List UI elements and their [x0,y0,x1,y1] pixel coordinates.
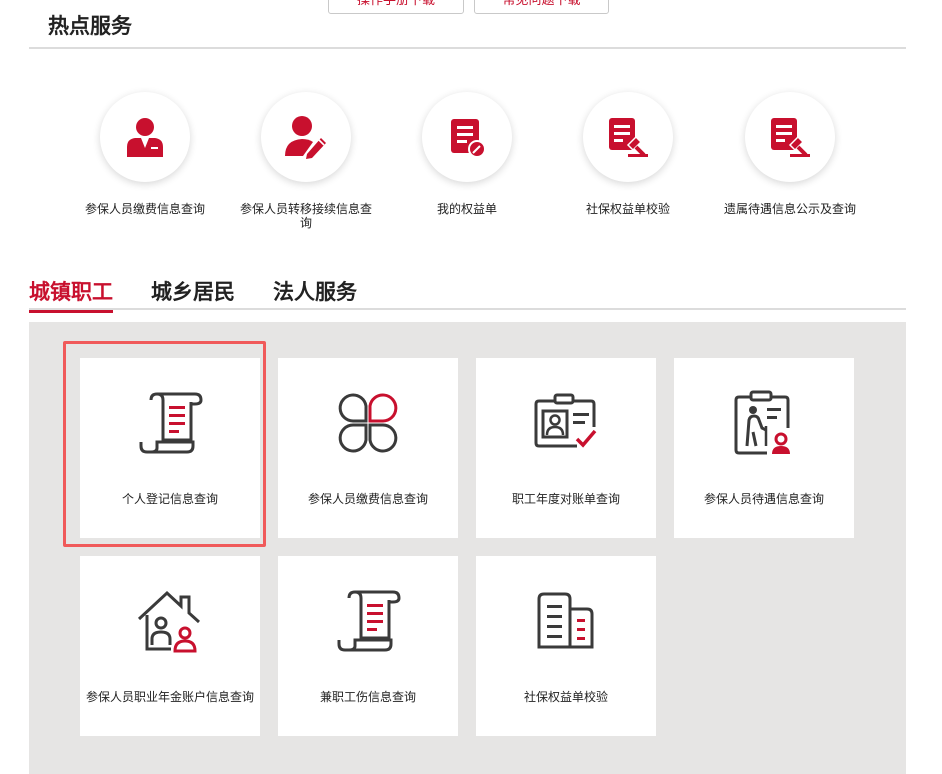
tab-urban-rural-residents[interactable]: 城乡居民 [151,276,235,310]
tabs-divider [29,308,906,310]
card-icon-wrap [531,388,601,458]
card-occupational-annuity-query[interactable]: 参保人员职业年金账户信息查询 [80,556,260,736]
id-card-check-icon [534,393,597,448]
hot-item-survivor-benefit[interactable]: 遗属待遇信息公示及查询 [710,92,870,216]
card-icon-wrap [333,388,403,458]
hot-item-payment-query[interactable]: 参保人员缴费信息查询 [65,92,225,216]
hot-item-rights-verify[interactable]: 社保权益单校验 [548,92,708,216]
hot-item-label: 我的权益单 [436,202,497,216]
faq-download-button[interactable]: 常见问题下载 [474,0,609,14]
document-stamp-icon [609,118,648,157]
elderly-clipboard-icon [734,390,790,455]
four-leaf-icon [338,393,398,453]
hot-services-list: 参保人员缴费信息查询 参保人员转移接续信息查询 我的权益单 社保权益单校验 遗属… [0,92,942,242]
scroll-document-icon [337,590,401,652]
hot-services-divider [29,47,906,49]
hot-item-label: 参保人员转移接续信息查询 [239,202,372,230]
hot-item-icon-circle [422,92,512,182]
document-stamp-icon [771,118,810,157]
card-label: 社保权益单校验 [523,690,608,704]
card-label: 职工年度对账单查询 [511,492,620,506]
card-rights-verification[interactable]: 社保权益单校验 [476,556,656,736]
hot-item-icon-circle [100,92,190,182]
card-benefit-info-query[interactable]: 参保人员待遇信息查询 [674,358,854,538]
building-icon [537,592,594,649]
card-icon-wrap [531,586,601,656]
card-label: 参保人员待遇信息查询 [703,492,824,506]
card-label: 参保人员职业年金账户信息查询 [85,690,254,704]
hot-item-icon-circle [261,92,351,182]
card-icon-wrap [333,586,403,656]
document-edit-icon [451,119,486,158]
hot-item-label: 参保人员缴费信息查询 [84,202,205,216]
selected-card-highlight [63,341,266,547]
card-icon-wrap [135,586,205,656]
hot-item-my-rights[interactable]: 我的权益单 [387,92,547,216]
hot-item-label: 遗属待遇信息公示及查询 [723,202,856,216]
top-button-group: 操作手册下载 常见问题下载 [328,0,609,14]
manual-download-button[interactable]: 操作手册下载 [328,0,464,14]
category-tabs: 城镇职工 城乡居民 法人服务 [29,276,906,313]
hot-services-title: 热点服务 [48,14,132,38]
hot-item-icon-circle [745,92,835,182]
insured-person-icon [127,118,163,157]
card-icon-wrap [729,388,799,458]
house-person-icon [137,590,201,653]
person-edit-icon [285,116,326,159]
hot-item-label: 社保权益单校验 [585,202,670,216]
card-annual-statement-query[interactable]: 职工年度对账单查询 [476,358,656,538]
card-label: 参保人员缴费信息查询 [307,492,428,506]
card-label: 兼职工伤信息查询 [319,690,416,704]
tab-legal-entity-services[interactable]: 法人服务 [273,276,357,310]
card-part-time-injury-query[interactable]: 兼职工伤信息查询 [278,556,458,736]
hot-item-transfer-query[interactable]: 参保人员转移接续信息查询 [226,92,386,230]
card-payment-info-query[interactable]: 参保人员缴费信息查询 [278,358,458,538]
hot-item-icon-circle [583,92,673,182]
